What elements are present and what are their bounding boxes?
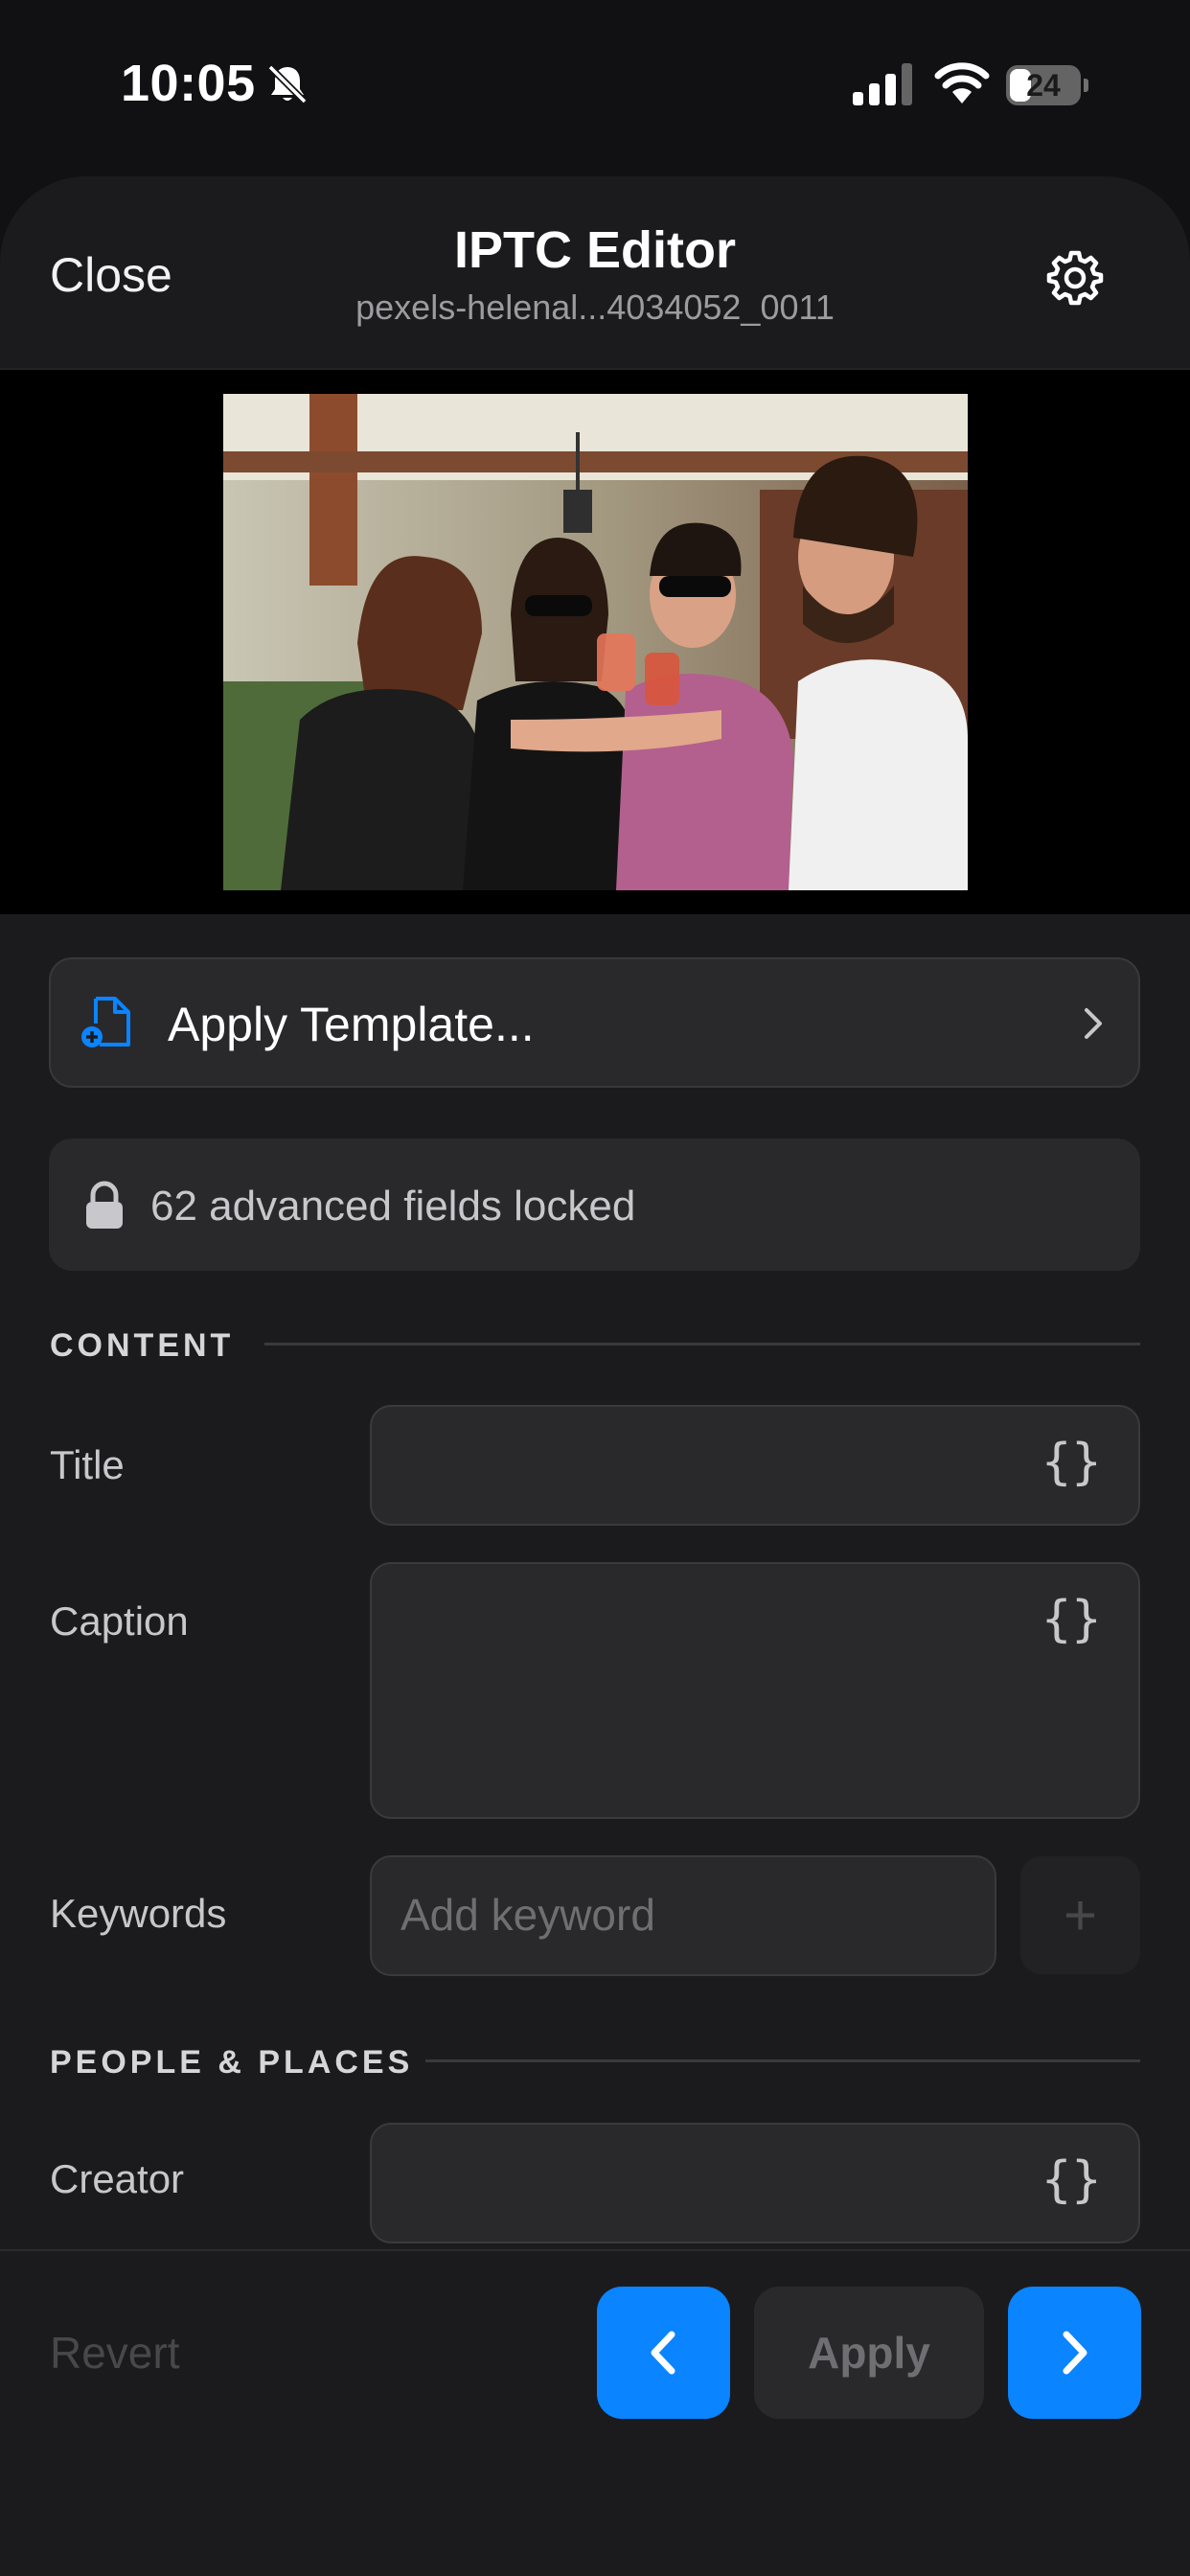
- variable-braces-icon[interactable]: {}: [1041, 2151, 1102, 2209]
- section-title-content: CONTENT: [50, 1327, 235, 1364]
- battery-icon: 24: [1006, 65, 1090, 105]
- file-name: pexels-helenal...4034052_0011: [355, 288, 835, 327]
- chevron-right-icon: [1085, 1008, 1102, 1039]
- apply-template-label: Apply Template...: [168, 998, 535, 1051]
- title-field[interactable]: [370, 1405, 1140, 1526]
- revert-button[interactable]: Revert: [50, 2327, 179, 2379]
- lock-icon: [86, 1181, 123, 1229]
- chevron-left-icon: [651, 2331, 675, 2375]
- variable-braces-icon[interactable]: {}: [1041, 1434, 1102, 1491]
- title-label: Title: [50, 1442, 125, 1487]
- document-add-icon: [81, 997, 130, 1047]
- cellular-signal-icon: [853, 63, 912, 105]
- section-title-people-places: PEOPLE & PLACES: [50, 2044, 414, 2081]
- page-title: IPTC Editor: [454, 221, 736, 279]
- apply-button-label: Apply: [808, 2328, 930, 2378]
- next-image-button[interactable]: [1008, 2287, 1141, 2419]
- section-divider: [264, 1343, 1140, 1346]
- section-divider: [425, 2059, 1140, 2062]
- keywords-label: Keywords: [50, 1891, 227, 1936]
- creator-field[interactable]: [370, 2123, 1140, 2243]
- creator-label: Creator: [50, 2156, 185, 2201]
- photo-preview[interactable]: [223, 394, 968, 890]
- caption-label: Caption: [50, 1598, 189, 1644]
- caption-field[interactable]: [370, 1562, 1140, 1819]
- previous-image-button[interactable]: [597, 2287, 730, 2419]
- wifi-icon: [934, 62, 990, 104]
- plus-icon: +: [1063, 1883, 1098, 1947]
- chevron-right-icon: [1063, 2331, 1087, 2375]
- locked-fields-label: 62 advanced fields locked: [150, 1183, 636, 1230]
- keyword-placeholder: Add keyword: [400, 1890, 655, 1940]
- gear-icon[interactable]: [1044, 247, 1106, 309]
- battery-level: 24: [1026, 68, 1061, 103]
- status-time: 10:05: [121, 55, 256, 112]
- variable-braces-icon[interactable]: {}: [1041, 1591, 1102, 1648]
- bell-slash-icon: [267, 64, 308, 104]
